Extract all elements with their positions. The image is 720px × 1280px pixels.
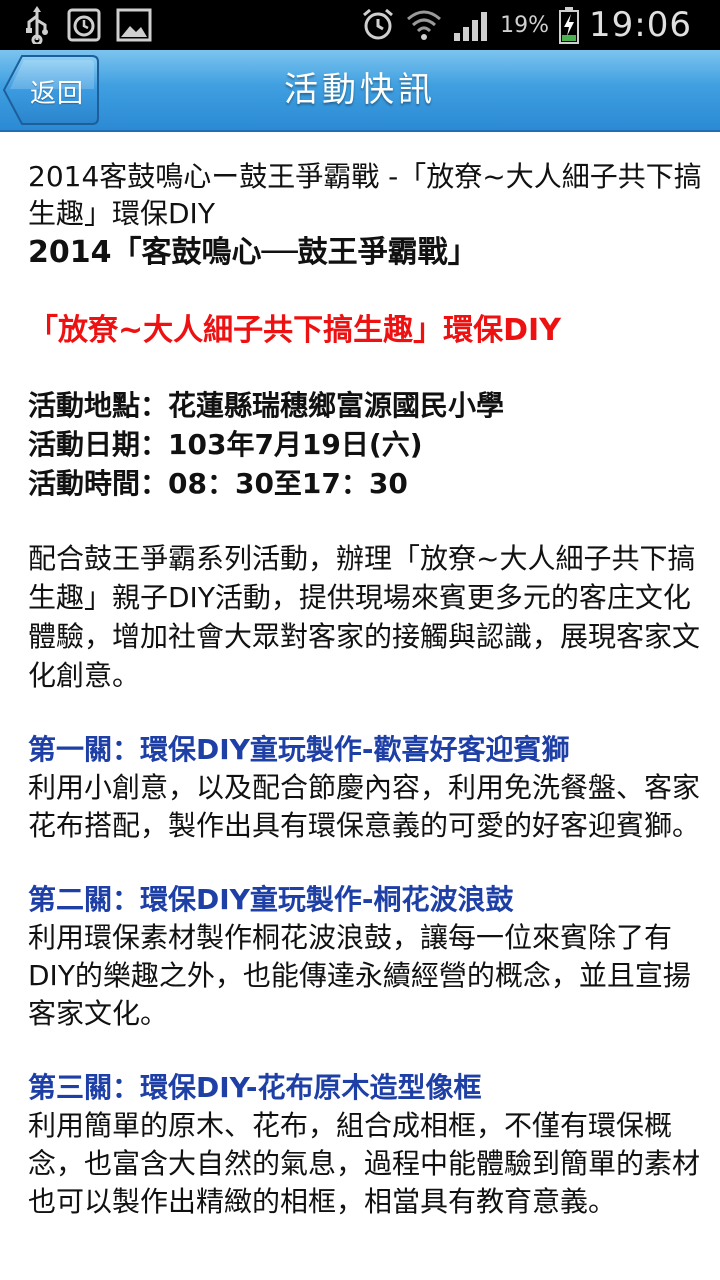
status-bar: 19% 19:06 — [0, 0, 720, 50]
stage-title: 第二關：環保DIY童玩製作-桐花波浪鼓 — [28, 883, 514, 916]
event-time: 活動時間：08：30至17：30 — [28, 467, 408, 500]
event-location: 活動地點：花蓮縣瑞穗鄉富源國民小學 — [28, 389, 505, 422]
intro-paragraph: 配合鼓王爭霸系列活動，辦理「放尞~大人細子共下搞生趣」親子DIY活動，提供現場來… — [28, 542, 701, 692]
stage-1: 第一關：環保DIY童玩製作-歡喜好客迎賓獅 利用小創意，以及配合節慶內容，利用免… — [28, 731, 704, 845]
stage-description: 利用環保素材製作桐花波浪鼓，讓每一位來賓除了有DIY的樂趣之外，也能傳達永續經營… — [28, 921, 691, 1030]
signal-icon — [452, 7, 490, 43]
alarm-clock-icon — [66, 6, 102, 44]
article-content: 2014客鼓鳴心ー鼓王爭霸戰 -「放尞~大人細子共下搞生趣」環保DIY 2014… — [28, 158, 704, 1221]
event-subtitle: 「放尞~大人細子共下搞生趣」環保DIY — [28, 313, 561, 348]
stage-description: 利用簡單的原木、花布，組合成相框，不僅有環保概念，也富含大自然的氣息，過程中能體… — [28, 1109, 701, 1218]
clock: 19:06 — [589, 5, 692, 45]
page-title: 活動快訊 — [284, 70, 436, 110]
wifi-icon — [406, 7, 442, 43]
stage-3: 第三關：環保DIY-花布原木造型像框 利用簡單的原木、花布，組合成相框，不僅有環… — [28, 1069, 704, 1221]
stage-title: 第三關：環保DIY-花布原木造型像框 — [28, 1071, 482, 1104]
battery-percent: 19% — [500, 12, 550, 38]
event-date: 活動日期：103年7月19日(六) — [28, 428, 423, 461]
event-details: 活動地點：花蓮縣瑞穗鄉富源國民小學 活動日期：103年7月19日(六) 活動時間… — [28, 386, 704, 503]
battery-charging-icon — [559, 6, 580, 44]
event-title: 2014「客鼓鳴心──鼓王爭霸戰」 — [28, 235, 478, 270]
back-button-label: 返回 — [30, 79, 85, 109]
article-heading: 2014客鼓鳴心ー鼓王爭霸戰 -「放尞~大人細子共下搞生趣」環保DIY — [28, 160, 702, 230]
alarm-icon — [360, 7, 396, 43]
stage-title: 第一關：環保DIY童玩製作-歡喜好客迎賓獅 — [28, 733, 570, 766]
usb-icon — [22, 6, 52, 44]
stage-description: 利用小創意，以及配合節慶內容，利用免洗餐盤、客家花布搭配，製作出具有環保意義的可… — [28, 771, 701, 842]
image-icon — [116, 6, 152, 44]
title-bar: 返回 活動快訊 — [0, 50, 720, 132]
stage-2: 第二關：環保DIY童玩製作-桐花波浪鼓 利用環保素材製作桐花波浪鼓，讓每一位來賓… — [28, 881, 704, 1033]
back-button[interactable]: 返回 — [2, 53, 99, 125]
